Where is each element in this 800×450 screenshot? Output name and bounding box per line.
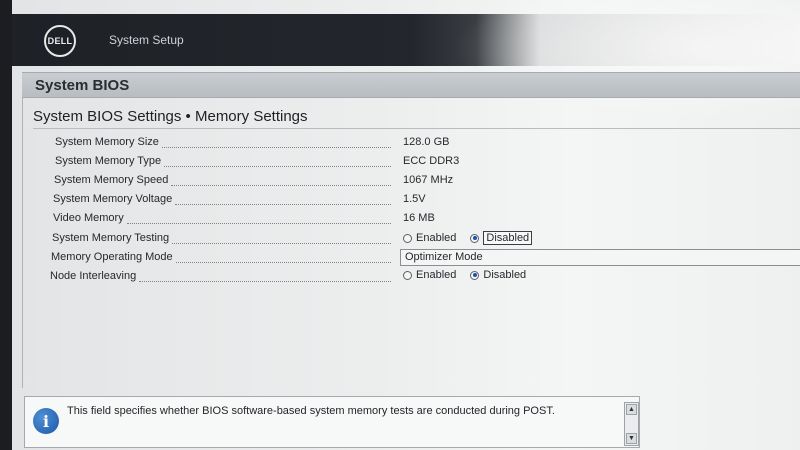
leader-dots [175,255,391,263]
leader-dots [172,236,391,244]
setting-label: Node Interleaving [50,270,137,282]
monitor-bezel [0,390,12,450]
setting-row-memory-speed: System Memory Speed 1067 MHz [23,172,800,190]
help-text: This field specifies whether BIOS softwa… [67,405,555,417]
leader-dots [175,197,391,205]
radio-circle[interactable] [403,233,412,243]
setting-row-node-interleaving: Node Interleaving Enabled Disabled [23,268,800,286]
setting-value: 1067 MHz [403,174,454,186]
radio-label: Disabled [483,231,533,245]
setting-row-video-memory: Video Memory 16 MB [23,210,800,228]
help-panel: i This field specifies whether BIOS soft… [24,396,640,448]
setting-label: System Memory Type [55,155,162,167]
bios-header: System BIOS [22,72,800,98]
dell-logo: DELL [44,25,76,57]
node-interleaving-disabled-radio[interactable]: Disabled [470,269,526,281]
page-title: System BIOS [35,77,130,94]
leader-dots [161,140,391,148]
node-interleaving-radio-group: Enabled Disabled [403,269,540,281]
setting-value: ECC DDR3 [403,155,460,167]
setting-label: System Memory Voltage [53,193,173,205]
radio-circle-selected[interactable] [470,233,480,243]
setting-value: 16 MB [403,212,435,224]
logo-text: DELL [47,36,73,46]
leader-dots [164,159,391,167]
setting-label: System Memory Size [55,136,159,148]
memory-testing-radio-group: Enabled Disabled [403,231,546,245]
settings-panel: System BIOS Settings • Memory Settings S… [22,98,800,388]
radio-circle[interactable] [403,270,412,280]
memory-testing-enabled-radio[interactable]: Enabled [403,232,456,244]
setting-row-memory-voltage: System Memory Voltage 1.5V [23,191,800,209]
radio-label: Enabled [416,232,457,244]
setting-label: System Memory Speed [54,174,169,186]
memory-testing-disabled-radio[interactable]: Disabled [470,231,533,245]
setting-row-memory-operating-mode: Memory Operating Mode Optimizer Mode [23,249,800,267]
setting-row-memory-type: System Memory Type ECC DDR3 [23,153,800,171]
radio-label: Disabled [483,269,527,281]
memory-operating-mode-select[interactable]: Optimizer Mode [400,249,800,266]
scroll-up-icon[interactable]: ▲ [626,404,637,415]
setting-row-memory-testing: System Memory Testing Enabled Disabled [23,230,800,248]
setting-label: Video Memory [53,212,124,224]
setting-label: Memory Operating Mode [51,251,173,263]
app-title: System Setup [109,33,184,47]
section-divider [33,128,800,129]
section-title: System BIOS Settings • Memory Settings [33,108,308,125]
setting-row-memory-size: System Memory Size 128.0 GB [23,134,800,152]
leader-dots [171,178,391,186]
setting-value: 128.0 GB [403,136,450,148]
node-interleaving-enabled-radio[interactable]: Enabled [403,269,456,281]
radio-circle-selected[interactable] [470,270,480,280]
scroll-down-icon[interactable]: ▼ [626,433,637,444]
top-bar: DELL System Setup [12,14,800,66]
radio-label: Enabled [416,269,457,281]
leader-dots [139,274,391,282]
bios-screen: DELL System Setup System BIOS System BIO… [12,0,800,450]
leader-dots [126,216,391,224]
setting-value: 1.5V [403,193,426,205]
help-scrollbar[interactable]: ▲ ▼ [624,402,639,446]
setting-label: System Memory Testing [52,232,170,244]
info-icon: i [33,408,59,434]
